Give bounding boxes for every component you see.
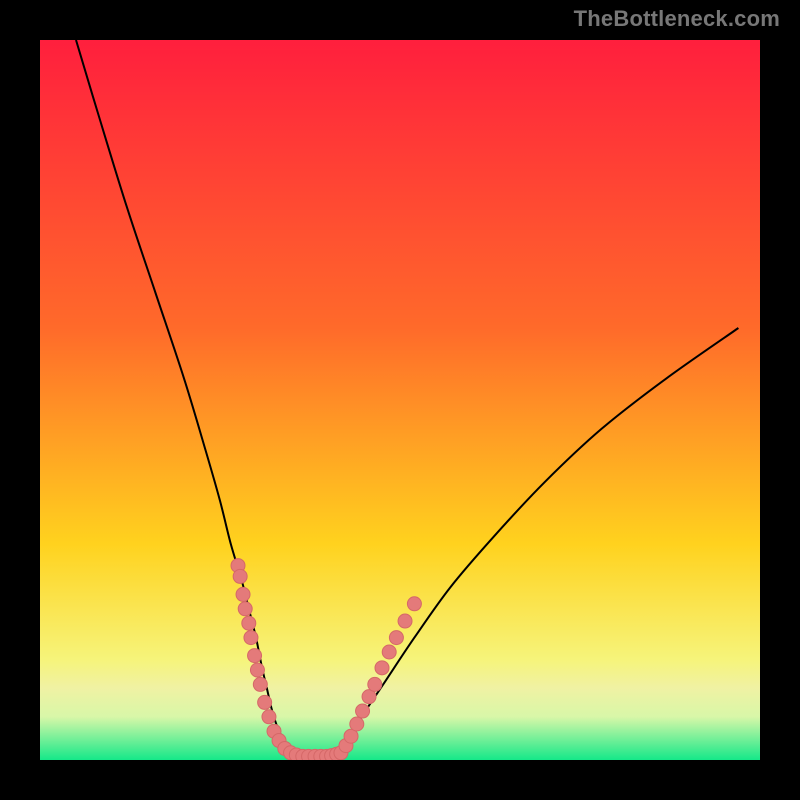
curve-layer [40,40,760,760]
chart-frame: TheBottleneck.com [0,0,800,800]
marker-cluster [231,559,421,760]
bottleneck-curve [76,40,738,757]
plot-area [40,40,760,760]
watermark-text: TheBottleneck.com [574,6,780,32]
